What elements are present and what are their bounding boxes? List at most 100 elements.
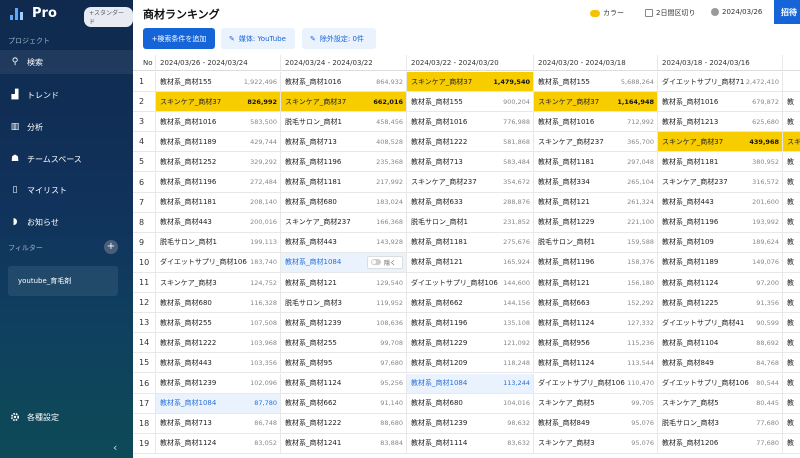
ranking-cell[interactable]: 教 [783, 374, 800, 393]
ranking-cell[interactable]: 教材系_商材1016 583,500 [156, 112, 281, 132]
ranking-cell[interactable]: 教材系_商材1252 329,292 [156, 152, 281, 172]
product-name[interactable]: スキンケア_商材237 [281, 217, 351, 227]
product-name[interactable]: 教 [783, 237, 794, 247]
ranking-cell[interactable]: 教材系_商材121 129,540 [281, 273, 407, 292]
ranking-cell[interactable]: スキンケア_商材37 662,016 [281, 92, 407, 112]
ranking-cell[interactable]: 脱毛サロン_商材3 77,680 [658, 413, 783, 433]
ranking-cell[interactable]: 教材系_商材1222 581,868 [407, 132, 534, 152]
product-name[interactable]: 教 [783, 378, 794, 388]
ranking-cell[interactable]: 教材系_商材1181 380,952 [658, 152, 783, 172]
product-name[interactable]: 脱毛サロン_商材1 [534, 237, 595, 247]
product-name[interactable]: 教材系_商材1229 [534, 217, 594, 227]
product-name[interactable]: スキンケア_商材37 [534, 97, 599, 107]
product-name[interactable]: 脱毛サロン_商材3 [658, 418, 719, 428]
product-name[interactable]: スキンケア_商材37 [658, 137, 723, 147]
ranking-cell[interactable] [783, 72, 800, 91]
ranking-cell[interactable]: 教材系_商材255 99,708 [281, 333, 407, 353]
period-selector[interactable]: 2日間区切り [645, 8, 695, 18]
product-name[interactable]: 教材系_商材713 [281, 137, 337, 147]
product-name[interactable]: 教材系_商材95 [281, 358, 332, 368]
product-name[interactable]: 教材系_商材1196 [658, 217, 718, 227]
ranking-cell[interactable]: 教材系_商材1239 102,096 [156, 373, 281, 393]
product-name[interactable]: 教材系_商材1124 [534, 318, 594, 328]
ranking-cell[interactable]: 脱毛サロン_商材1 458,456 [281, 112, 407, 132]
product-name[interactable]: ダイエットサプリ_商材106 [534, 378, 625, 388]
ranking-cell[interactable]: 教材系_商材1016 679,872 [658, 92, 783, 112]
sidebar-item-search[interactable]: ⚲ 検索 [0, 50, 133, 74]
product-name[interactable]: 教材系_商材1222 [281, 418, 341, 428]
ranking-cell[interactable]: 教材系_商材155 900,204 [407, 92, 534, 112]
product-name[interactable]: スキンケア_商材237 [407, 177, 477, 187]
product-name[interactable]: 教材系_商材1196 [281, 157, 341, 167]
ranking-cell[interactable]: 教材系_商材443 200,016 [156, 212, 281, 232]
product-name[interactable]: 教材系_商材1124 [534, 358, 594, 368]
product-name[interactable]: 教材系_商材849 [658, 358, 714, 368]
product-name[interactable]: 教材系_商材1222 [407, 137, 467, 147]
product-name[interactable]: 教材系_商材255 [281, 338, 337, 348]
ranking-cell[interactable]: 脱毛サロン_商材1 159,588 [534, 232, 658, 252]
product-name[interactable]: 教材系_商材1181 [156, 197, 216, 207]
ranking-cell[interactable]: 教 [783, 213, 800, 232]
product-name[interactable]: 教材系_商材1104 [658, 338, 718, 348]
color-toggle[interactable]: カラー [590, 8, 624, 18]
product-name[interactable]: 教材系_商材713 [407, 157, 463, 167]
ranking-cell[interactable]: スキンケア_商材3 95,076 [534, 433, 658, 453]
ranking-cell[interactable]: 教材系_商材95 97,680 [281, 353, 407, 373]
product-name[interactable]: 教材系_商材1189 [156, 137, 216, 147]
ranking-cell[interactable]: 教材系_商材1181 297,048 [534, 152, 658, 172]
product-name[interactable]: 教 [783, 217, 794, 227]
ranking-cell[interactable]: 教材系_商材1222 103,968 [156, 333, 281, 353]
product-name[interactable]: ダイエットサプリ_商材71 [658, 77, 744, 87]
ranking-cell[interactable]: 教材系_商材1196 158,376 [534, 252, 658, 272]
ranking-cell[interactable]: 教材系_商材849 84,768 [658, 353, 783, 373]
product-name[interactable]: 教材系_商材155 [156, 77, 212, 87]
product-name[interactable]: 教材系_商材121 [534, 197, 590, 207]
ranking-cell[interactable]: スキンケア_商材37 1,164,948 [534, 92, 658, 112]
ranking-cell[interactable]: 教材系_商材121 165,924 [407, 252, 534, 272]
ranking-cell[interactable]: 教材系_商材1196 193,992 [658, 212, 783, 232]
ranking-cell[interactable]: 教材系_商材1189 149,076 [658, 252, 783, 272]
product-name[interactable]: 教材系_商材1124 [281, 378, 341, 388]
add-search-condition-button[interactable]: +検索条件を追加 [143, 28, 215, 49]
ranking-cell[interactable]: 教材系_商材1229 221,100 [534, 212, 658, 232]
product-name[interactable]: 教材系_商材155 [407, 97, 463, 107]
product-name[interactable]: 教 [783, 338, 794, 348]
ranking-cell[interactable]: 教材系_商材1114 83,632 [407, 433, 534, 453]
product-name[interactable]: 教材系_商材121 [407, 257, 463, 267]
ranking-cell[interactable]: 教 [783, 414, 800, 433]
product-name[interactable]: 教材系_商材680 [156, 298, 212, 308]
ranking-cell[interactable]: 教材系_商材1084 87,780 [156, 393, 281, 413]
product-name[interactable]: 教材系_商材1196 [534, 257, 594, 267]
ranking-cell[interactable]: 教材系_商材443 143,928 [281, 232, 407, 252]
ranking-cell[interactable]: 教 [783, 293, 800, 312]
plan-badge[interactable]: +スタンダード [84, 7, 133, 27]
ranking-cell[interactable]: 教材系_商材1084 113,244 [407, 373, 534, 393]
ranking-cell[interactable]: 教 [783, 152, 800, 171]
ranking-cell[interactable]: スキンケア_商材5 80,445 [658, 393, 783, 413]
ranking-cell[interactable]: 教材系_商材680 116,328 [156, 293, 281, 313]
ranking-cell[interactable]: 教材系_商材1209 118,248 [407, 353, 534, 373]
ranking-cell[interactable]: 教材系_商材443 201,600 [658, 192, 783, 212]
ranking-cell[interactable]: 教材系_商材662 144,156 [407, 293, 534, 313]
add-filter-button[interactable]: + [104, 240, 118, 254]
ranking-cell[interactable]: スキンケア_商材3 124,752 [156, 273, 281, 292]
ranking-cell[interactable]: 教材系_商材1124 113,544 [534, 353, 658, 373]
product-name[interactable]: スキンケア_商材37 [407, 77, 472, 87]
product-name[interactable]: 教材系_商材1124 [156, 438, 216, 448]
product-name[interactable]: 教材系_商材1225 [658, 298, 718, 308]
product-name[interactable]: 教 [783, 298, 794, 308]
product-name[interactable]: 教材系_商材1206 [658, 438, 718, 448]
product-name[interactable]: 教材系_商材1016 [534, 117, 594, 127]
ranking-cell[interactable]: 教 [783, 233, 800, 252]
product-name[interactable]: 教材系_商材662 [407, 298, 463, 308]
ranking-cell[interactable]: 教材系_商材1016 776,988 [407, 112, 534, 132]
ranking-cell[interactable]: 教材系_商材1241 83,884 [281, 433, 407, 453]
ranking-cell[interactable]: ダイエットサプリ_商材71 2,472,410 [658, 72, 783, 91]
ranking-cell[interactable]: 教材系_商材849 95,076 [534, 413, 658, 433]
ranking-cell[interactable]: 教材系_商材155 5,688,264 [534, 72, 658, 91]
ranking-cell[interactable]: 教 [783, 273, 800, 292]
ranking-cell[interactable]: ダイエットサプリ_商材106 110,470 [534, 373, 658, 393]
product-name[interactable]: 教材系_商材662 [281, 398, 337, 408]
product-name[interactable]: 教材系_商材1213 [658, 117, 718, 127]
ranking-cell[interactable]: スキンケア_商材237 365,700 [534, 132, 658, 152]
